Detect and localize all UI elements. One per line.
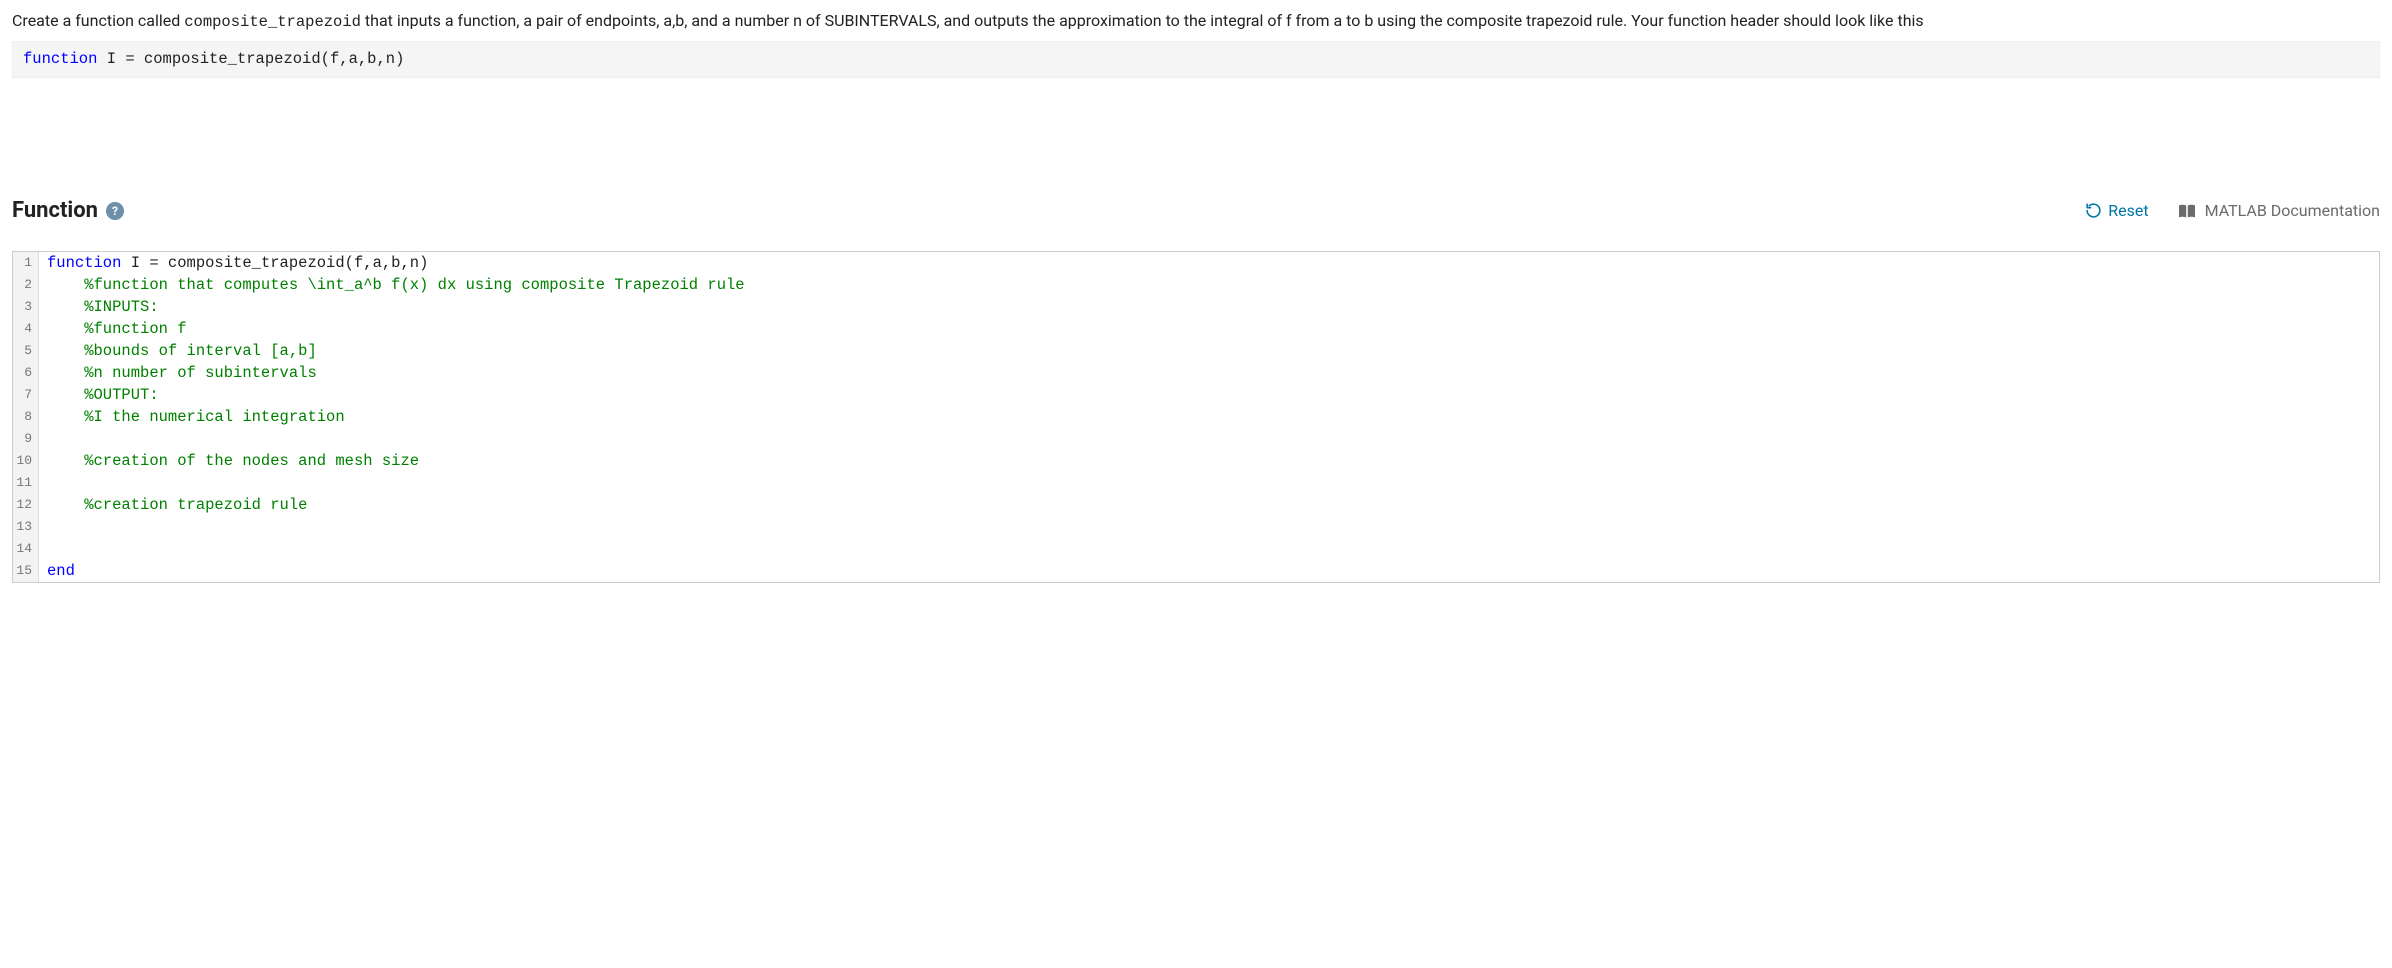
editor-line[interactable]: 14: [13, 538, 2379, 560]
line-number: 15: [13, 560, 39, 582]
book-icon: [2177, 203, 2197, 219]
editor-line[interactable]: 7 %OUTPUT:: [13, 384, 2379, 406]
editor-line[interactable]: 10 %creation of the nodes and mesh size: [13, 450, 2379, 472]
code-editor[interactable]: 1function I = composite_trapezoid(f,a,b,…: [12, 251, 2380, 583]
editor-line[interactable]: 12 %creation trapezoid rule: [13, 494, 2379, 516]
editor-line[interactable]: 4 %function f: [13, 318, 2379, 340]
problem-instructions: Create a function called composite_trape…: [12, 8, 2380, 35]
editor-line[interactable]: 9: [13, 428, 2379, 450]
editor-line[interactable]: 5 %bounds of interval [a,b]: [13, 340, 2379, 362]
editor-line[interactable]: 11: [13, 472, 2379, 494]
line-code[interactable]: [39, 428, 2379, 450]
line-number: 14: [13, 538, 39, 560]
line-code[interactable]: %function f: [39, 318, 2379, 340]
matlab-documentation-link[interactable]: MATLAB Documentation: [2177, 201, 2380, 220]
editor-line[interactable]: 8 %I the numerical integration: [13, 406, 2379, 428]
line-number: 5: [13, 340, 39, 362]
line-code[interactable]: [39, 472, 2379, 494]
line-number: 13: [13, 516, 39, 538]
help-icon[interactable]: ?: [106, 202, 124, 220]
editor-line[interactable]: 2 %function that computes \int_a^b f(x) …: [13, 274, 2379, 296]
line-number: 10: [13, 450, 39, 472]
line-number: 12: [13, 494, 39, 516]
reset-icon: [2085, 202, 2102, 219]
editor-line[interactable]: 6 %n number of subintervals: [13, 362, 2379, 384]
reset-button[interactable]: Reset: [2085, 201, 2148, 220]
instruction-text-2: that inputs a function, a pair of endpoi…: [361, 11, 1924, 30]
line-code[interactable]: %bounds of interval [a,b]: [39, 340, 2379, 362]
function-signature: I = composite_trapezoid(f,a,b,n): [97, 50, 404, 68]
line-number: 2: [13, 274, 39, 296]
editor-line[interactable]: 13: [13, 516, 2379, 538]
line-number: 9: [13, 428, 39, 450]
line-code[interactable]: [39, 516, 2379, 538]
line-code[interactable]: %n number of subintervals: [39, 362, 2379, 384]
line-number: 3: [13, 296, 39, 318]
line-code[interactable]: %creation trapezoid rule: [39, 494, 2379, 516]
function-keyword: function: [23, 50, 97, 68]
line-number: 1: [13, 252, 39, 274]
reset-label: Reset: [2108, 201, 2148, 220]
line-number: 6: [13, 362, 39, 384]
doc-label: MATLAB Documentation: [2205, 201, 2380, 220]
section-title: Function: [12, 198, 98, 223]
instruction-function-name: composite_trapezoid: [184, 13, 361, 31]
instruction-text-1: Create a function called: [12, 11, 184, 30]
line-code[interactable]: %creation of the nodes and mesh size: [39, 450, 2379, 472]
line-code[interactable]: %OUTPUT:: [39, 384, 2379, 406]
line-number: 11: [13, 472, 39, 494]
function-header-code: function I = composite_trapezoid(f,a,b,n…: [12, 41, 2380, 78]
editor-line[interactable]: 15end: [13, 560, 2379, 582]
editor-line[interactable]: 1function I = composite_trapezoid(f,a,b,…: [13, 252, 2379, 274]
line-code[interactable]: %I the numerical integration: [39, 406, 2379, 428]
line-code[interactable]: %INPUTS:: [39, 296, 2379, 318]
line-code[interactable]: function I = composite_trapezoid(f,a,b,n…: [39, 252, 2379, 274]
line-number: 4: [13, 318, 39, 340]
line-code[interactable]: [39, 538, 2379, 560]
line-code[interactable]: %function that computes \int_a^b f(x) dx…: [39, 274, 2379, 296]
section-bar: Function ? Reset MATLAB Documentation: [12, 198, 2380, 223]
line-number: 8: [13, 406, 39, 428]
line-code[interactable]: end: [39, 560, 2379, 582]
editor-line[interactable]: 3 %INPUTS:: [13, 296, 2379, 318]
line-number: 7: [13, 384, 39, 406]
